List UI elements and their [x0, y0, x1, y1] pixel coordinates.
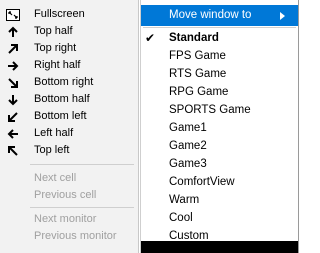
menu-item-next-cell[interactable]: Next cell: [0, 171, 138, 187]
menu-item-label: Previous cell: [34, 189, 97, 201]
arrow-up-right-icon: [4, 41, 22, 57]
menu-item-bottom-left[interactable]: Bottom left: [0, 109, 138, 125]
preset-label: ComfortView: [169, 176, 235, 188]
preset-rpg-game[interactable]: RPG Game: [141, 84, 298, 102]
menu-item-left-half[interactable]: Left half: [0, 126, 138, 142]
menu-item-label: Next cell: [34, 172, 77, 184]
context-menu-right: Move window to ✔ Standard FPS Game RTS G…: [140, 0, 299, 253]
arrow-down-right-icon: [4, 75, 22, 91]
menu-separator: [30, 207, 134, 208]
preset-rts-game[interactable]: RTS Game: [141, 66, 298, 84]
menu-item-top-half[interactable]: Top half: [0, 24, 138, 40]
preset-comfortview[interactable]: ComfortView: [141, 174, 298, 192]
menu-item-label: Next monitor: [34, 213, 97, 225]
preset-label: Game1: [169, 122, 207, 134]
preset-sports-game[interactable]: SPORTS Game: [141, 102, 298, 120]
submenu-arrow-icon: [280, 12, 285, 20]
menu-item-label: Fullscreen: [34, 8, 85, 20]
menu-item-previous-monitor[interactable]: Previous monitor: [0, 229, 138, 245]
menu-item-previous-cell[interactable]: Previous cell: [0, 188, 138, 204]
menu-item-right-half[interactable]: Right half: [0, 58, 138, 74]
preset-label: Game2: [169, 140, 207, 152]
menu-item-top-right[interactable]: Top right: [0, 41, 138, 57]
menu-item-label: Top half: [34, 25, 73, 37]
fullscreen-icon: [4, 7, 22, 23]
preset-label: Game3: [169, 158, 207, 170]
background-strip: [141, 241, 298, 253]
preset-cool[interactable]: Cool: [141, 210, 298, 228]
menu-item-label: Bottom half: [34, 93, 90, 105]
arrow-down-left-icon: [4, 109, 22, 125]
preset-label: Cool: [169, 212, 193, 224]
preset-label: RPG Game: [169, 86, 229, 98]
arrow-up-icon: [4, 24, 22, 40]
checkmark-icon: ✔: [145, 31, 156, 45]
preset-label: FPS Game: [169, 50, 226, 62]
arrow-down-icon: [4, 92, 22, 108]
menu-item-fullscreen[interactable]: Fullscreen: [0, 7, 138, 23]
preset-game3[interactable]: Game3: [141, 156, 298, 174]
preset-game1[interactable]: Game1: [141, 120, 298, 138]
menu-item-label: Right half: [34, 59, 81, 71]
preset-warm[interactable]: Warm: [141, 192, 298, 210]
menu-item-label: Top right: [34, 42, 77, 54]
preset-fps-game[interactable]: FPS Game: [141, 48, 298, 66]
preset-label: RTS Game: [169, 68, 227, 80]
menu-item-move-window-to[interactable]: Move window to: [141, 5, 298, 26]
arrow-left-icon: [4, 126, 22, 142]
menu-item-next-monitor[interactable]: Next monitor: [0, 212, 138, 228]
menu-item-bottom-right[interactable]: Bottom right: [0, 75, 138, 91]
preset-label: SPORTS Game: [169, 104, 251, 116]
preset-standard[interactable]: ✔ Standard: [141, 30, 298, 48]
preset-label: Warm: [169, 194, 200, 206]
menu-item-label: Left half: [34, 127, 74, 139]
preset-game2[interactable]: Game2: [141, 138, 298, 156]
menu-separator: [143, 27, 296, 28]
menu-item-bottom-half[interactable]: Bottom half: [0, 92, 138, 108]
menu-item-label: Bottom left: [34, 110, 87, 122]
arrow-up-left-icon: [4, 143, 22, 159]
menu-item-label: Move window to: [169, 9, 252, 21]
menu-item-label: Bottom right: [34, 76, 94, 88]
arrow-right-icon: [4, 58, 22, 74]
menu-item-label: Top left: [34, 144, 70, 156]
menu-item-top-left[interactable]: Top left: [0, 143, 138, 159]
menu-separator: [30, 164, 134, 165]
context-menu-left: Fullscreen Top half Top right Right half…: [0, 0, 139, 253]
menu-item-label: Previous monitor: [34, 230, 117, 242]
preset-label: Standard: [169, 32, 219, 44]
